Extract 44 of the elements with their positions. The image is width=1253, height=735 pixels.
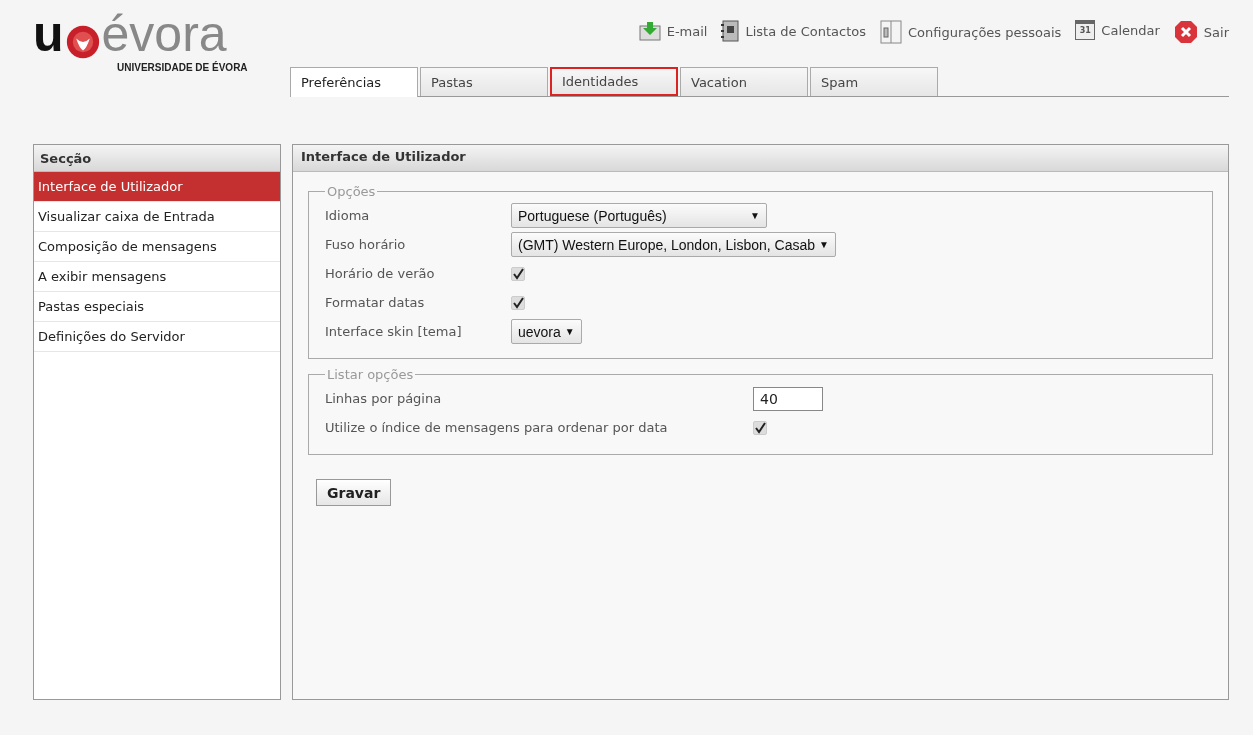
dropdown[interactable]: Portuguese (Português) ▼ xyxy=(511,203,767,228)
field-label: Fuso horário xyxy=(325,237,407,252)
close-icon xyxy=(1173,20,1198,44)
nav-link[interactable]: 31 Calendar xyxy=(1075,20,1160,40)
sidebar-item[interactable]: Composição de mensagens xyxy=(34,232,280,262)
sidebar-header: Secção xyxy=(34,145,280,172)
field-label: Formatar datas xyxy=(325,295,426,310)
address-book-icon xyxy=(721,20,740,42)
mail-icon xyxy=(638,20,661,42)
panel-header: Interface de Utilizador xyxy=(293,145,1228,172)
tab[interactable]: Pastas xyxy=(420,67,548,96)
field-label: Utilize o índice de mensagens para ordenar por data xyxy=(325,420,669,435)
tab[interactable]: Spam xyxy=(810,67,938,96)
checkbox[interactable] xyxy=(753,420,767,435)
seal-icon xyxy=(65,25,100,59)
sidebar-item[interactable]: Visualizar caixa de Entrada xyxy=(34,202,280,232)
save-button[interactable]: Gravar xyxy=(316,479,392,506)
dropdown[interactable]: (GMT) Western Europe, London, Lisbon, Casab ▼ xyxy=(511,232,836,257)
sidebar-item[interactable]: Pastas especiais xyxy=(34,292,280,322)
field-label: Linhas por página xyxy=(325,391,443,406)
checkbox[interactable] xyxy=(511,295,525,310)
logo-wordmark: évora xyxy=(101,9,227,59)
fieldset-legend: Listar opções xyxy=(325,367,416,382)
input-field[interactable]: 40 xyxy=(753,386,823,411)
sidebar-item[interactable]: Definições do Servidor xyxy=(34,322,280,352)
logo-letter: u xyxy=(33,9,64,59)
tab[interactable]: Vacation xyxy=(680,67,808,96)
field-label: Horário de verão xyxy=(325,266,436,281)
nav-link[interactable]: Configurações pessoais xyxy=(879,20,1062,44)
checkbox[interactable] xyxy=(511,266,525,281)
nav-link[interactable]: Lista de Contactos xyxy=(721,20,866,42)
sidebar-item[interactable]: Interface de Utilizador xyxy=(34,172,280,202)
fieldset-legend: Opções xyxy=(325,184,378,199)
nav-link[interactable]: E-mail xyxy=(638,20,708,42)
field-label: Idioma xyxy=(325,208,371,223)
calendar-icon: 31 xyxy=(1075,20,1096,40)
sidebar-item[interactable]: A exibir mensagens xyxy=(34,262,280,292)
tab[interactable]: Identidades xyxy=(550,67,678,96)
tab[interactable]: Preferências xyxy=(290,67,418,97)
nav-link[interactable]: Sair xyxy=(1173,20,1229,44)
field-label: Interface skin [tema] xyxy=(325,324,463,339)
dropdown[interactable]: uevora ▼ xyxy=(511,319,582,344)
panel-icon xyxy=(879,20,902,44)
logo-subtitle: UNIVERSIDADE DE ÉVORA xyxy=(116,62,249,73)
